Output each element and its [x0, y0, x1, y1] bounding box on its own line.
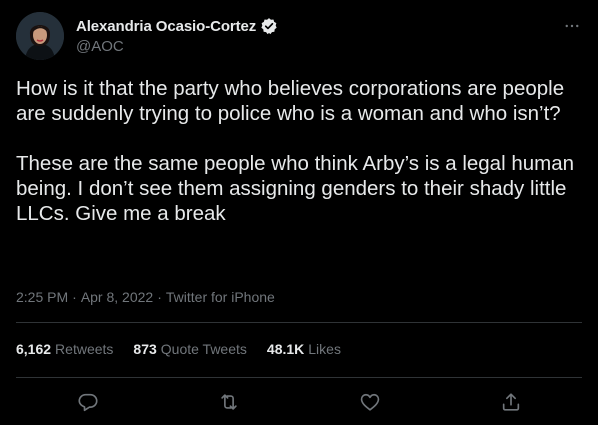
tweet-time[interactable]: 2:25 PM: [16, 289, 68, 305]
quotes-label: Quote Tweets: [160, 341, 247, 357]
tweet-stats: 6,162 Retweets 873 Quote Tweets 48.1K Li…: [16, 341, 341, 357]
reply-icon: [77, 391, 99, 413]
action-bar: [0, 388, 598, 416]
tweet: Alexandria Ocasio-Cortez @AOC How is it …: [0, 0, 598, 425]
divider: [16, 377, 582, 378]
heart-icon: [359, 391, 381, 413]
retweets-count: 6,162: [16, 341, 52, 357]
tweet-meta: 2:25 PM · Apr 8, 2022 · Twitter for iPho…: [16, 289, 275, 305]
share-icon: [500, 391, 522, 413]
display-name[interactable]: Alexandria Ocasio-Cortez: [76, 18, 256, 35]
handle[interactable]: @AOC: [76, 38, 278, 55]
retweets-label: Retweets: [55, 341, 114, 357]
likes-label: Likes: [308, 341, 341, 357]
tweet-date[interactable]: Apr 8, 2022: [81, 289, 153, 305]
meta-separator: ·: [157, 289, 162, 305]
tweet-source[interactable]: Twitter for iPhone: [166, 289, 275, 305]
share-button[interactable]: [497, 388, 525, 416]
avatar[interactable]: [16, 12, 64, 60]
likes-stat[interactable]: 48.1K Likes: [267, 341, 341, 357]
tweet-header: Alexandria Ocasio-Cortez @AOC: [16, 12, 582, 60]
more-dots-icon[interactable]: [562, 16, 582, 36]
retweet-button[interactable]: [215, 388, 243, 416]
like-button[interactable]: [356, 388, 384, 416]
reply-button[interactable]: [74, 388, 102, 416]
retweets-stat[interactable]: 6,162 Retweets: [16, 341, 113, 357]
quotes-count: 873: [133, 341, 157, 357]
quotes-stat[interactable]: 873 Quote Tweets: [133, 341, 247, 357]
display-name-row: Alexandria Ocasio-Cortez: [76, 16, 278, 36]
likes-count: 48.1K: [266, 341, 305, 357]
divider: [16, 322, 582, 323]
verified-badge-icon: [260, 17, 278, 35]
tweet-text: How is it that the party who believes co…: [16, 77, 575, 225]
author-names: Alexandria Ocasio-Cortez @AOC: [76, 16, 278, 55]
meta-separator: ·: [72, 289, 77, 305]
retweet-icon: [218, 391, 240, 413]
